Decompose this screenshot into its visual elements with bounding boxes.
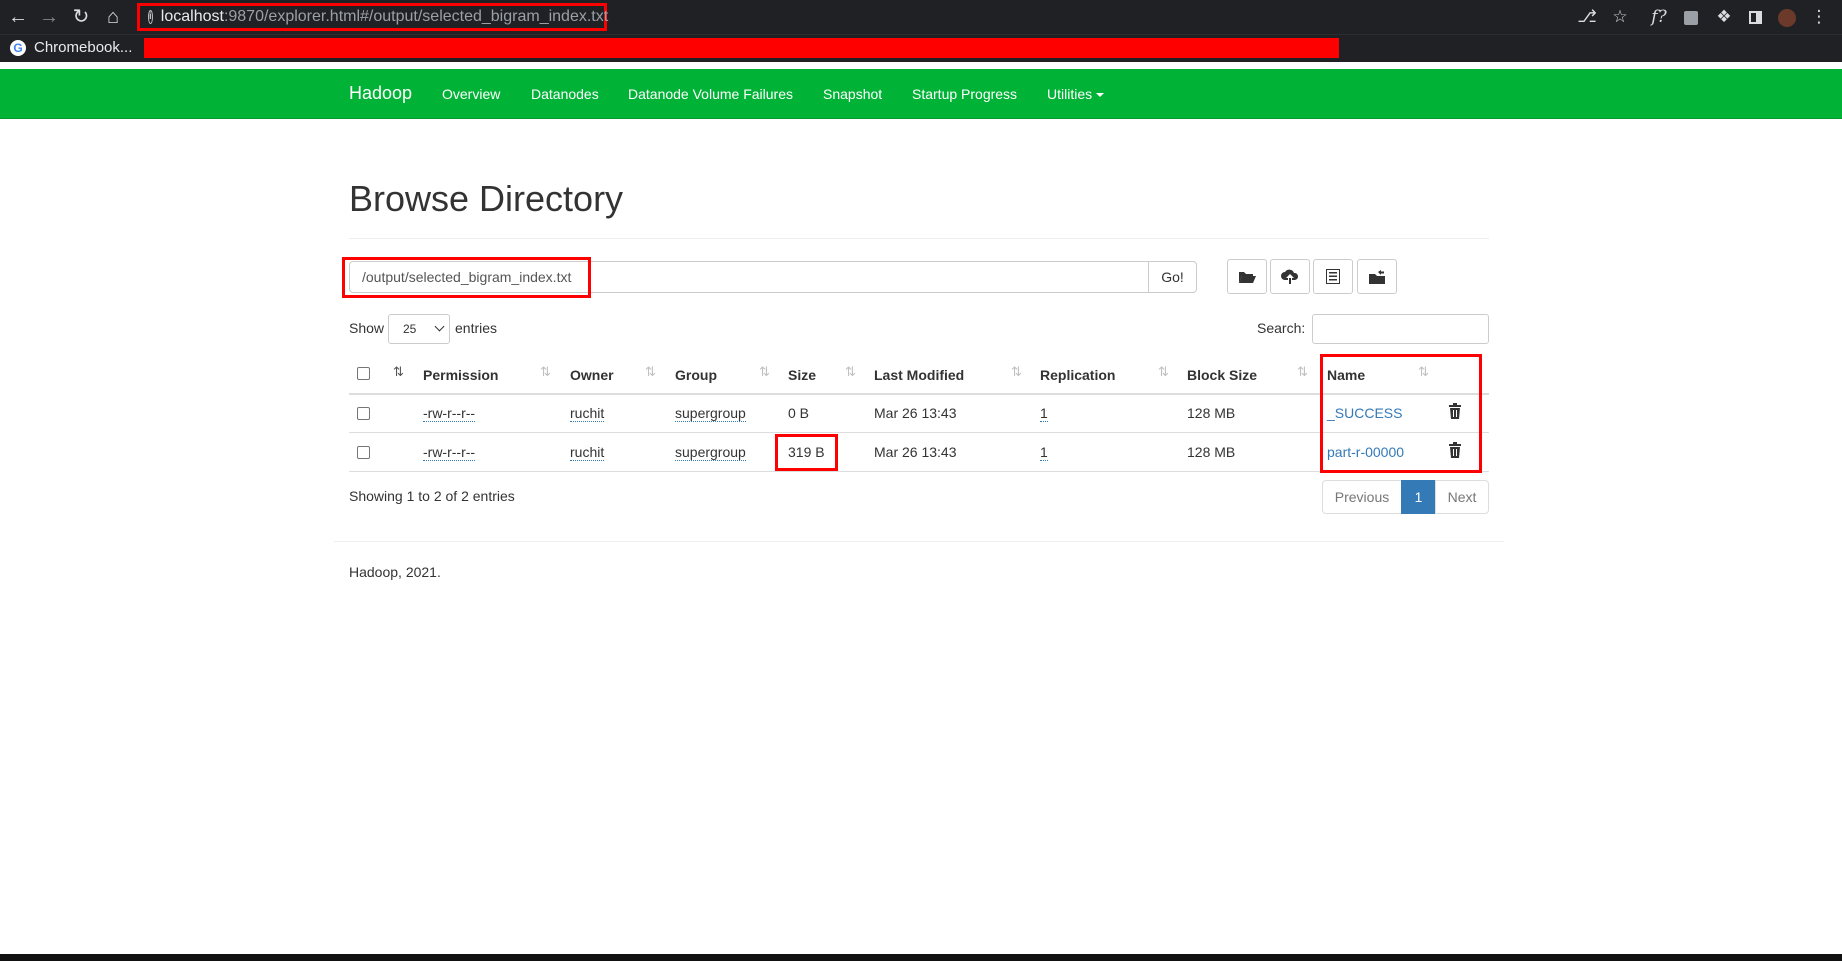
next-page-button[interactable]: Next — [1435, 480, 1489, 514]
header-group[interactable]: Group — [675, 367, 717, 383]
trash-icon[interactable] — [1448, 403, 1462, 419]
row-checkbox[interactable] — [357, 407, 370, 420]
nav-snapshot[interactable]: Snapshot — [823, 86, 882, 102]
entries-label: entries — [455, 320, 498, 336]
sort-icon[interactable]: ⇅ — [1011, 364, 1022, 380]
profile-avatar-icon[interactable] — [1774, 5, 1800, 29]
redacted-bookmarks — [144, 38, 1339, 58]
paste-button[interactable] — [1357, 259, 1397, 294]
sort-icon[interactable]: ⇅ — [645, 364, 656, 380]
address-bar[interactable]: i localhost:9870/explorer.html#/output/s… — [137, 3, 609, 31]
directory-path-input[interactable]: /output/selected_bigram_index.txt — [349, 261, 1149, 293]
google-icon: G — [10, 39, 26, 56]
sort-icon[interactable]: ⇅ — [540, 364, 551, 380]
navbar-brand[interactable]: Hadoop — [349, 83, 412, 104]
header-block-size[interactable]: Block Size — [1187, 367, 1257, 383]
cell-replication[interactable]: 1 — [1040, 444, 1048, 461]
cell-block-size: 128 MB — [1187, 405, 1236, 421]
cell-owner[interactable]: ruchit — [570, 405, 605, 422]
bookmark-item[interactable]: G Chromebook... — [10, 39, 132, 56]
nav-utilities-label: Utilities — [1047, 86, 1093, 102]
header-replication[interactable]: Replication — [1040, 367, 1115, 383]
header-last-modified[interactable]: Last Modified — [874, 367, 964, 383]
row-checkbox[interactable] — [357, 446, 370, 459]
side-panel-icon[interactable] — [1742, 5, 1768, 29]
create-directory-button[interactable] — [1227, 259, 1267, 294]
row-divider — [349, 471, 1489, 472]
sort-icon[interactable]: ⇅ — [759, 364, 770, 380]
header-size[interactable]: Size — [788, 367, 816, 383]
folder-open-icon — [1239, 271, 1256, 283]
file-link[interactable]: part-r-00000 — [1327, 444, 1404, 460]
upload-button[interactable] — [1270, 259, 1310, 294]
select-all-checkbox[interactable] — [357, 367, 370, 380]
nav-overview[interactable]: Overview — [442, 86, 500, 102]
cloud-upload-icon — [1281, 269, 1299, 284]
sort-ascending-icon[interactable]: ⇅ — [393, 364, 404, 380]
nav-datanode-volume-failures[interactable]: Datanode Volume Failures — [628, 86, 793, 102]
divider — [349, 238, 1489, 239]
back-icon[interactable]: ← — [6, 5, 30, 29]
file-link[interactable]: _SUCCESS — [1327, 405, 1402, 421]
nav-utilities-dropdown[interactable]: Utilities — [1047, 86, 1105, 102]
forward-icon[interactable]: → — [37, 5, 61, 29]
sort-icon[interactable]: ⇅ — [845, 364, 856, 380]
pagination-info: Showing 1 to 2 of 2 entries — [349, 488, 515, 504]
search-label: Search: — [1257, 320, 1306, 336]
sort-icon[interactable]: ⇅ — [1418, 364, 1429, 380]
cell-owner[interactable]: ruchit — [570, 444, 605, 461]
chevron-down-icon — [434, 321, 445, 332]
go-button[interactable]: Go! — [1148, 261, 1197, 293]
bookmark-label: Chromebook... — [34, 39, 133, 56]
url-path: :9870/explorer.html#/output/selected_big… — [223, 8, 609, 25]
sort-icon[interactable]: ⇅ — [1158, 364, 1169, 380]
reload-icon[interactable]: ↻ — [69, 5, 93, 29]
nav-startup-progress[interactable]: Startup Progress — [912, 86, 1017, 102]
show-label: Show — [349, 320, 385, 336]
cell-last-modified: Mar 26 13:43 — [874, 444, 957, 460]
cell-permission[interactable]: -rw-r--r-- — [423, 405, 476, 422]
header-permission[interactable]: Permission — [423, 367, 498, 383]
nav-datanodes[interactable]: Datanodes — [531, 86, 599, 102]
cell-block-size: 128 MB — [1187, 444, 1236, 460]
cell-size: 0 B — [788, 405, 810, 421]
cell-group[interactable]: supergroup — [675, 444, 746, 461]
cell-group[interactable]: supergroup — [675, 405, 746, 422]
os-taskbar — [0, 954, 1842, 961]
trash-icon[interactable] — [1448, 442, 1462, 458]
header-owner[interactable]: Owner — [570, 367, 614, 383]
bookmark-star-icon[interactable]: ☆ — [1607, 5, 1633, 29]
folder-share-icon — [1369, 269, 1385, 284]
hadoop-navbar: Hadoop Overview Datanodes Datanode Volum… — [0, 69, 1842, 119]
table-header-divider — [349, 393, 1489, 395]
sort-icon[interactable]: ⇅ — [1297, 364, 1308, 380]
bookmarks-bar: G Chromebook... — [0, 34, 1842, 62]
cut-paste-button[interactable] — [1313, 259, 1353, 294]
list-icon — [1326, 269, 1340, 284]
extensions-puzzle-icon[interactable]: ❖ — [1711, 5, 1737, 29]
entries-value: 25 — [403, 322, 417, 336]
row-divider — [349, 432, 1489, 433]
cell-last-modified: Mar 26 13:43 — [874, 405, 957, 421]
extension-icon[interactable] — [1678, 5, 1704, 29]
footer-text: Hadoop, 2021. — [349, 564, 441, 580]
caret-down-icon — [1096, 93, 1105, 98]
menu-icon[interactable]: ⋮ — [1806, 5, 1832, 29]
search-input[interactable] — [1312, 314, 1489, 344]
browser-toolbar: ← → ↻ ⌂ i localhost:9870/explorer.html#/… — [0, 0, 1842, 34]
site-info-icon[interactable]: i — [148, 10, 153, 24]
share-icon[interactable]: ⎇ — [1574, 5, 1600, 29]
header-name[interactable]: Name — [1327, 367, 1365, 383]
cell-replication[interactable]: 1 — [1040, 405, 1048, 422]
page-title: Browse Directory — [349, 178, 624, 219]
previous-page-button[interactable]: Previous — [1322, 480, 1402, 514]
entries-per-page-select[interactable]: 25 — [388, 314, 450, 344]
footer-divider — [334, 541, 1504, 542]
url-host: localhost — [160, 8, 224, 25]
cell-size: 319 B — [788, 444, 825, 460]
page-1-button[interactable]: 1 — [1401, 480, 1436, 514]
cell-permission[interactable]: -rw-r--r-- — [423, 444, 476, 461]
home-icon[interactable]: ⌂ — [101, 5, 125, 29]
formula-extension-icon[interactable]: f? — [1646, 5, 1672, 29]
